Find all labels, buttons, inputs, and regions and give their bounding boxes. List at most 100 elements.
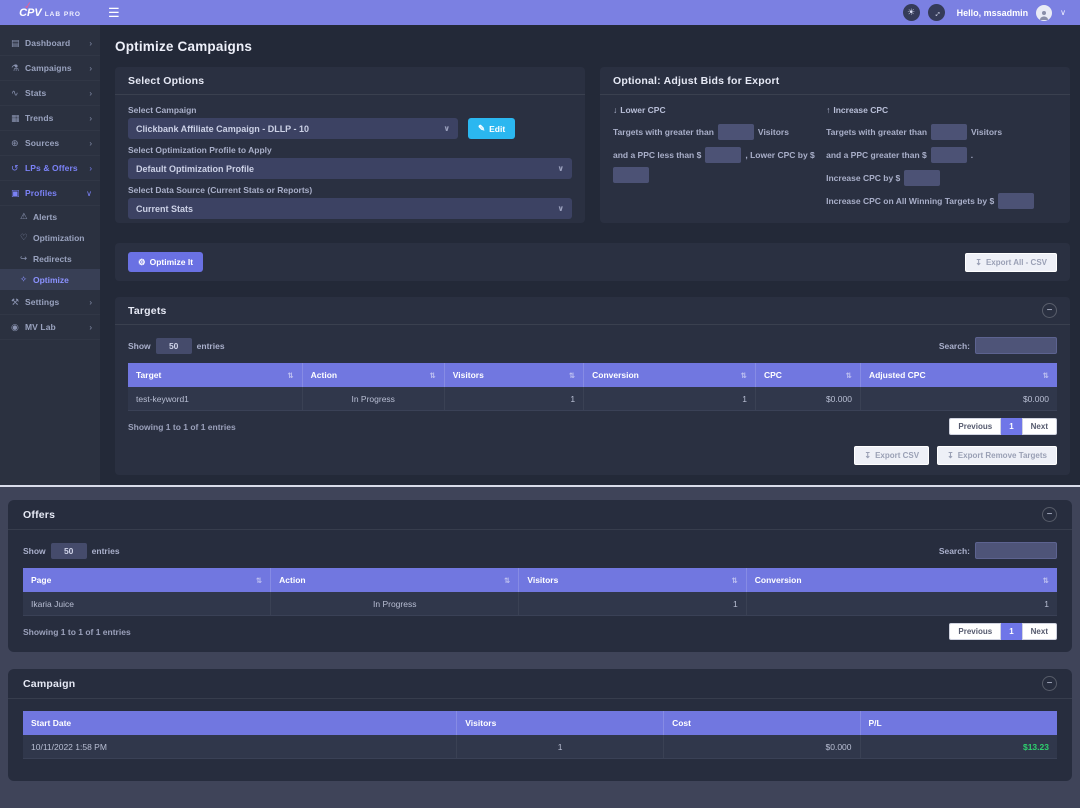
page-size-control: Show 50 entries [23,543,120,559]
chevron-right-icon: › [89,39,92,48]
user-menu-chevron-icon[interactable]: ∨ [1060,8,1066,17]
sidebar-item-settings[interactable]: ⚒ Settings › [0,290,100,315]
sidebar-item-stats[interactable]: ∿ Stats › [0,81,100,106]
theme-toggle-button[interactable]: ☀ [903,4,920,21]
offers-title: Offers [23,509,55,521]
clipboard-icon: ▣ [11,188,25,199]
campaign-select[interactable]: Clickbank Affiliate Campaign - DLLP - 10… [128,118,458,139]
targets-search-input[interactable] [975,337,1057,354]
topbar: CPV ✓ LAB PRO ☰ ☀ ↔ Hello, mssadmin ∨ [0,0,1080,25]
action-bar: ⚙ Optimize It ↧ Export All - CSV [115,243,1070,281]
chevron-down-icon: ∨ [558,204,565,213]
sidebar-item-lps-offers[interactable]: ↺ LPs & Offers › [0,156,100,181]
collapse-targets-button[interactable]: − [1042,303,1057,318]
chevron-right-icon: › [89,64,92,73]
export-all-csv-button[interactable]: ↧ Export All - CSV [965,253,1057,272]
adjust-bids-card: Optional: Adjust Bids for Export ↓ Lower… [600,67,1070,223]
targets-table: Target⇅ Action⇅ Visitors⇅ Conversion⇅ CP… [128,363,1057,411]
increase-winning-targets-input[interactable] [998,193,1034,209]
chevron-down-icon: ∨ [444,124,451,133]
next-page-button[interactable]: Next [1022,623,1057,640]
sort-icon: ⇅ [504,576,510,585]
column-header-adjusted-cpc[interactable]: Adjusted CPC⇅ [861,363,1057,387]
column-header-cost[interactable]: Cost [664,711,860,735]
current-page-button[interactable]: 1 [1001,623,1021,640]
sidebar-item-optimization[interactable]: ♡ Optimization [0,227,100,248]
increase-visitors-input[interactable] [931,124,967,140]
bulb-icon: ✧ [20,274,33,285]
offers-table: Page⇅ Action⇅ Visitors⇅ Conversion⇅ Ikar… [23,568,1057,616]
sort-icon: ⇅ [287,371,293,380]
column-header-pl[interactable]: P/L [861,711,1057,735]
column-header-action[interactable]: Action⇅ [303,363,445,387]
table-row[interactable]: test-keyword1 In Progress 1 1 $0.000 $0.… [128,387,1057,411]
sidebar-item-campaigns[interactable]: ⚗ Campaigns › [0,56,100,81]
table-row[interactable]: 10/11/2022 1:58 PM 1 $0.000 $13.23 [23,735,1057,759]
lower-cpc-by-input[interactable] [613,167,649,183]
previous-page-button[interactable]: Previous [949,418,1001,435]
increase-cpc-column: ↑ Increase CPC Targets with greater than… [826,105,1057,216]
adjust-bids-title: Optional: Adjust Bids for Export [613,75,779,87]
fullscreen-button[interactable]: ↔ [928,4,945,21]
topbar-right: ☀ ↔ Hello, mssadmin ∨ [903,4,1080,21]
person-icon [1038,9,1050,21]
mv-lab-icon: ◉ [11,322,25,333]
optimize-it-button[interactable]: ⚙ Optimize It [128,252,203,272]
collapse-campaign-button[interactable]: − [1042,676,1057,691]
optimization-profile-select[interactable]: Default Optimization Profile ∨ [128,158,572,179]
chevron-right-icon: › [89,298,92,307]
sidebar-item-profiles[interactable]: ▣ Profiles ∨ [0,181,100,206]
sidebar: ▤ Dashboard › ⚗ Campaigns › ∿ Stats › ▦ … [0,25,100,485]
page-size-control: Show 50 entries [128,338,225,354]
profit-value: $13.23 [861,735,1057,758]
export-csv-button[interactable]: ↧ Export CSV [854,446,929,465]
main-content: Optimize Campaigns Select Options Select… [100,25,1080,485]
sidebar-item-sources[interactable]: ⊕ Sources › [0,131,100,156]
column-header-visitors[interactable]: Visitors⇅ [519,568,746,592]
profile-label: Select Optimization Profile to Apply [128,145,572,155]
increase-cpc-by-input[interactable] [904,170,940,186]
page-size-select[interactable]: 50 [156,338,192,354]
table-row[interactable]: Ikaria Juice In Progress 1 1 [23,592,1057,616]
arrow-up-icon: ↑ [826,105,830,115]
data-source-select[interactable]: Current Stats ∨ [128,198,572,219]
lower-ppc-input[interactable] [705,147,741,163]
arrow-down-icon: ↓ [613,105,617,115]
pencil-icon: ✎ [478,123,485,134]
sidebar-item-trends[interactable]: ▦ Trends › [0,106,100,131]
sidebar-item-dashboard[interactable]: ▤ Dashboard › [0,31,100,56]
column-header-conversion[interactable]: Conversion⇅ [584,363,756,387]
column-header-action[interactable]: Action⇅ [271,568,519,592]
edit-campaign-button[interactable]: ✎ Edit [468,118,515,139]
column-header-page[interactable]: Page⇅ [23,568,271,592]
sidebar-item-redirects[interactable]: ↪ Redirects [0,248,100,269]
sidebar-item-mv-lab[interactable]: ◉ MV Lab › [0,315,100,340]
logo-check-icon: ✓ [23,0,33,12]
offers-search-input[interactable] [975,542,1057,559]
gear-icon: ⚙ [138,257,146,268]
sidebar-item-alerts[interactable]: ⚠ Alerts [0,206,100,227]
column-header-visitors[interactable]: Visitors [457,711,664,735]
current-page-button[interactable]: 1 [1001,418,1021,435]
page-size-select[interactable]: 50 [51,543,87,559]
export-remove-targets-button[interactable]: ↧ Export Remove Targets [937,446,1057,465]
previous-page-button[interactable]: Previous [949,623,1001,640]
campaign-table: Start Date Visitors Cost P/L 10/11/2022 … [23,711,1057,759]
sidebar-item-optimize[interactable]: ✧ Optimize [0,269,100,290]
lower-visitors-input[interactable] [718,124,754,140]
next-page-button[interactable]: Next [1022,418,1057,435]
menu-toggle-icon[interactable]: ☰ [108,6,120,19]
select-options-card: Select Options Select Campaign Clickbank… [115,67,585,223]
avatar[interactable] [1036,5,1052,21]
column-header-visitors[interactable]: Visitors⇅ [445,363,584,387]
column-header-target[interactable]: Target⇅ [128,363,303,387]
column-header-start-date[interactable]: Start Date [23,711,457,735]
page-title: Optimize Campaigns [115,39,1070,54]
flask-icon: ⚗ [11,63,25,74]
column-header-conversion[interactable]: Conversion⇅ [747,568,1057,592]
collapse-offers-button[interactable]: − [1042,507,1057,522]
column-header-cpc[interactable]: CPC⇅ [756,363,861,387]
sort-icon: ⇅ [741,371,747,380]
increase-ppc-input[interactable] [931,147,967,163]
bottom-section: Offers − Show 50 entries Search: [0,487,1080,781]
